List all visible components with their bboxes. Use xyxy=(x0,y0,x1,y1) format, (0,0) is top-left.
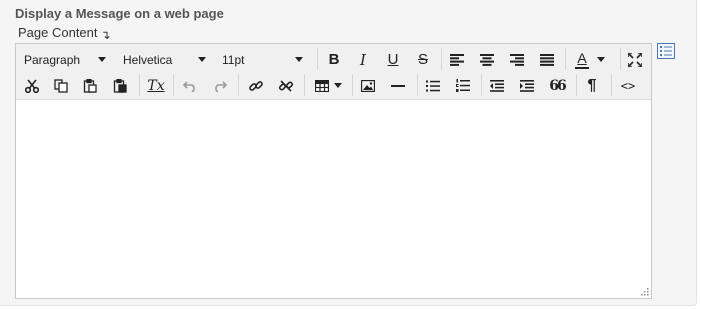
align-justify-icon xyxy=(540,53,554,66)
format-select-value: Paragraph xyxy=(24,52,81,67)
show-blocks-button[interactable]: ¶ xyxy=(580,73,604,98)
field-marker: ↴ xyxy=(100,28,111,42)
insert-link-button[interactable] xyxy=(244,73,268,98)
editor-content-area[interactable] xyxy=(16,100,651,298)
strikethrough-icon: S xyxy=(417,51,428,68)
numbered-list-icon xyxy=(456,79,470,92)
code-icon: <> xyxy=(620,78,636,93)
underline-icon: U xyxy=(387,51,399,68)
undo-button[interactable] xyxy=(178,73,202,98)
link-icon xyxy=(249,80,263,91)
resize-handle-icon[interactable] xyxy=(639,286,649,296)
italic-button[interactable]: I xyxy=(351,47,375,72)
bold-icon: B xyxy=(328,51,340,68)
copy-icon xyxy=(54,78,68,93)
align-right-icon xyxy=(510,53,524,66)
message-panel: Display a Message on a web page Page Con… xyxy=(0,0,697,306)
font-size-value: 11pt xyxy=(222,52,245,67)
text-color-icon: A xyxy=(573,50,591,70)
bullet-list-icon xyxy=(426,80,440,91)
image-icon xyxy=(361,79,375,92)
align-center-button[interactable] xyxy=(475,47,499,72)
format-select[interactable]: Paragraph xyxy=(24,47,106,72)
text-color-bar xyxy=(575,66,589,69)
toolbar-separator xyxy=(304,74,305,96)
outdent-icon xyxy=(490,79,504,92)
chevron-down-icon xyxy=(333,83,342,88)
toolbar-separator xyxy=(238,74,239,96)
redo-button[interactable] xyxy=(208,73,232,98)
paste-icon xyxy=(83,78,97,93)
bold-button[interactable]: B xyxy=(322,47,346,72)
italic-icon: I xyxy=(360,50,366,69)
editor-toolbar: Paragraph Helvetica 11pt B I U S A Tx 66… xyxy=(16,44,651,100)
align-left-icon xyxy=(450,53,464,66)
toolbar-separator xyxy=(352,74,353,96)
insert-table-button[interactable] xyxy=(311,73,345,98)
align-left-button[interactable] xyxy=(445,47,469,72)
scissors-icon xyxy=(25,78,39,93)
font-size-select[interactable]: 11pt xyxy=(222,47,303,72)
blockquote-button[interactable]: 66 xyxy=(545,73,569,98)
toolbar-separator xyxy=(317,48,318,70)
horizontal-rule-button[interactable] xyxy=(386,73,410,98)
align-right-button[interactable] xyxy=(505,47,529,72)
indent-button[interactable] xyxy=(515,73,539,98)
fullscreen-button[interactable] xyxy=(623,47,647,72)
section-title: Display a Message on a web page xyxy=(15,6,224,21)
chevron-down-icon xyxy=(198,57,206,62)
field-options-icon[interactable] xyxy=(657,43,675,59)
indent-icon xyxy=(520,79,534,92)
chevron-down-icon xyxy=(98,57,106,62)
chevron-down-icon xyxy=(597,57,605,62)
paste-button[interactable] xyxy=(78,73,102,98)
numbered-list-button[interactable] xyxy=(451,73,475,98)
text-color-button[interactable]: A xyxy=(569,47,609,72)
unlink-icon xyxy=(279,79,293,92)
chevron-down-icon xyxy=(295,57,303,62)
field-label-text: Page Content xyxy=(18,25,98,40)
table-icon xyxy=(314,79,329,92)
text-color-label: A xyxy=(577,49,587,66)
paste-text-button[interactable] xyxy=(108,73,132,98)
font-family-select[interactable]: Helvetica xyxy=(123,47,206,72)
copy-button[interactable] xyxy=(49,73,73,98)
bullet-list-button[interactable] xyxy=(421,73,445,98)
align-justify-button[interactable] xyxy=(535,47,559,72)
outdent-button[interactable] xyxy=(485,73,509,98)
remove-link-button[interactable] xyxy=(274,73,298,98)
horizontal-line-icon xyxy=(391,84,405,87)
toolbar-separator xyxy=(173,74,174,96)
toolbar-separator xyxy=(139,74,140,96)
toolbar-separator xyxy=(565,48,566,70)
toolbar-separator xyxy=(611,74,612,96)
toolbar-separator xyxy=(417,74,418,96)
paragraph-icon: ¶ xyxy=(587,76,597,94)
strikethrough-button[interactable]: S xyxy=(411,47,435,72)
font-family-value: Helvetica xyxy=(123,52,173,67)
clear-formatting-icon: Tx xyxy=(147,77,165,94)
fullscreen-icon xyxy=(628,52,642,67)
toolbar-separator xyxy=(481,74,482,96)
clear-formatting-button[interactable]: Tx xyxy=(144,73,168,98)
source-code-button[interactable]: <> xyxy=(616,73,640,98)
undo-icon xyxy=(183,80,195,92)
paste-text-icon xyxy=(113,78,127,93)
toolbar-separator xyxy=(620,48,621,70)
toolbar-separator xyxy=(576,74,577,96)
cut-button[interactable] xyxy=(20,73,44,98)
rich-text-editor: Paragraph Helvetica 11pt B I U S A Tx 66… xyxy=(15,43,652,299)
underline-button[interactable]: U xyxy=(381,47,405,72)
align-center-icon xyxy=(480,53,494,66)
redo-icon xyxy=(215,80,227,92)
blockquote-icon: 66 xyxy=(549,77,567,94)
insert-image-button[interactable] xyxy=(356,73,380,98)
toolbar-separator xyxy=(441,48,442,70)
field-label: Page Content ↴ xyxy=(18,25,111,42)
